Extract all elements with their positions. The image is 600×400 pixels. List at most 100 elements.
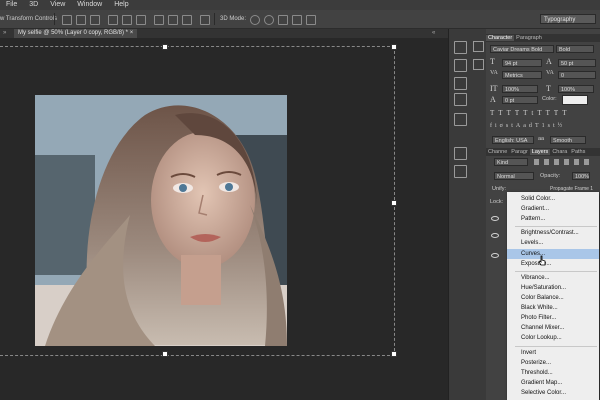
menu-3d[interactable]: 3D bbox=[23, 0, 44, 10]
history-panel-icon[interactable] bbox=[454, 41, 467, 54]
kerning-field[interactable]: Metrics bbox=[502, 71, 542, 79]
font-style-select[interactable]: Bold bbox=[556, 45, 594, 53]
distribute-horizontal-icon[interactable] bbox=[200, 15, 210, 25]
eye-icon[interactable] bbox=[491, 233, 499, 238]
character-panel-icon[interactable] bbox=[454, 147, 467, 160]
strikethrough-button[interactable]: T bbox=[562, 109, 570, 117]
ligatures-button[interactable]: fi bbox=[490, 123, 500, 129]
tab-paths[interactable]: Paths bbox=[569, 149, 587, 155]
menu-item-color-balance[interactable]: Color Balance... bbox=[507, 293, 599, 303]
menu-item-invert[interactable]: Invert bbox=[507, 348, 599, 358]
menu-item-channel-mixer[interactable]: Channel Mixer... bbox=[507, 323, 599, 333]
menu-item-posterize[interactable]: Posterize... bbox=[507, 358, 599, 368]
distribute-bottom-icon[interactable] bbox=[182, 15, 192, 25]
canvas-area[interactable] bbox=[0, 38, 448, 400]
align-bottom-icon[interactable] bbox=[90, 15, 100, 25]
stylistic-alternates-button[interactable]: ad bbox=[523, 123, 535, 129]
menu-help[interactable]: Help bbox=[108, 0, 134, 10]
language-select[interactable]: English: USA bbox=[492, 136, 534, 144]
3d-rotate-icon[interactable] bbox=[250, 15, 260, 25]
menu-view[interactable]: View bbox=[44, 0, 71, 10]
ordinals-button[interactable]: 1st bbox=[542, 123, 558, 129]
brush-panel-icon[interactable] bbox=[454, 113, 467, 126]
transform-handle-top[interactable] bbox=[162, 44, 168, 50]
menu-item-hue-saturation[interactable]: Hue/Saturation... bbox=[507, 283, 599, 293]
menu-item-gradient-map[interactable]: Gradient Map... bbox=[507, 378, 599, 388]
menu-item-color-lookup[interactable]: Color Lookup... bbox=[507, 333, 599, 343]
menu-item-levels[interactable]: Levels... bbox=[507, 238, 599, 248]
adjustments-panel-icon[interactable] bbox=[473, 59, 484, 70]
tracking-field[interactable]: 0 bbox=[558, 71, 596, 79]
titling-alternates-button[interactable]: T bbox=[535, 123, 542, 129]
align-top-icon[interactable] bbox=[62, 15, 72, 25]
text-color-swatch[interactable] bbox=[562, 95, 588, 105]
document-tab[interactable]: My selfie @ 50% (Layer 0 copy, RGB/8) * … bbox=[14, 29, 138, 38]
distribute-top-icon[interactable] bbox=[154, 15, 164, 25]
tab-layers[interactable]: Layers bbox=[529, 149, 551, 155]
small-caps-button[interactable]: Tt bbox=[523, 109, 537, 117]
fractions-button[interactable]: ½ bbox=[558, 123, 566, 129]
layer-filter-icons[interactable] bbox=[534, 159, 594, 165]
faux-italic-button[interactable]: T bbox=[498, 109, 506, 117]
tab-paragraph-2[interactable]: Paragr bbox=[509, 149, 530, 155]
menu-item-pattern[interactable]: Pattern... bbox=[507, 214, 599, 224]
discretionary-ligatures-button[interactable]: st bbox=[506, 123, 516, 129]
leading-field[interactable]: 50 pt bbox=[558, 59, 596, 67]
vertical-scale-field[interactable]: 100% bbox=[502, 85, 538, 93]
color-panel-icon[interactable] bbox=[454, 77, 467, 90]
all-caps-button[interactable]: TT bbox=[507, 109, 524, 117]
font-family-select[interactable]: Caviar Dreams Bold bbox=[490, 45, 554, 53]
3d-roll-icon[interactable] bbox=[264, 15, 274, 25]
font-size-field[interactable]: 94 pt bbox=[502, 59, 542, 67]
menu-item-gradient[interactable]: Gradient... bbox=[507, 204, 599, 214]
opacity-field[interactable]: 100% bbox=[572, 172, 590, 180]
transform-handle-top-right[interactable] bbox=[391, 44, 397, 50]
transform-handle-bottom[interactable] bbox=[162, 351, 168, 357]
menu-item-photo-filter[interactable]: Photo Filter... bbox=[507, 313, 599, 323]
swatches-panel-icon[interactable] bbox=[454, 93, 467, 106]
menu-item-vibrance[interactable]: Vibrance... bbox=[507, 273, 599, 283]
collapse-icon[interactable]: » bbox=[3, 29, 6, 38]
tab-paragraph[interactable]: Paragraph bbox=[514, 35, 544, 41]
menu-file[interactable]: File bbox=[0, 0, 23, 10]
menu-item-selective-color[interactable]: Selective Color... bbox=[507, 388, 599, 398]
subscript-button[interactable]: T bbox=[546, 109, 554, 117]
tab-channels[interactable]: Channe bbox=[486, 149, 509, 155]
tab-close-icon[interactable]: × bbox=[130, 30, 134, 36]
blend-mode-select[interactable]: Normal bbox=[494, 172, 534, 180]
transform-handle-bottom-right[interactable] bbox=[391, 351, 397, 357]
menu-item-black-white[interactable]: Black White... bbox=[507, 303, 599, 313]
menu-item-exposure[interactable]: Exposure... bbox=[507, 259, 599, 269]
collapse-panels-icon[interactable]: « bbox=[432, 29, 435, 38]
3d-slide-icon[interactable] bbox=[292, 15, 302, 25]
eye-icon[interactable] bbox=[491, 253, 499, 258]
align-left-icon[interactable] bbox=[108, 15, 118, 25]
anti-alias-select[interactable]: Smooth bbox=[550, 136, 586, 144]
3d-drag-icon[interactable] bbox=[278, 15, 288, 25]
menu-window[interactable]: Window bbox=[71, 0, 108, 10]
styles-panel-icon[interactable] bbox=[473, 41, 484, 52]
align-center-icon[interactable] bbox=[122, 15, 132, 25]
menu-item-curves[interactable]: Curves... bbox=[507, 249, 599, 259]
workspace-select[interactable]: Typography bbox=[540, 14, 596, 24]
tab-character[interactable]: Character bbox=[486, 35, 515, 41]
paragraph-panel-icon[interactable] bbox=[454, 165, 467, 178]
underline-button[interactable]: T bbox=[554, 109, 562, 117]
actions-panel-icon[interactable] bbox=[454, 59, 467, 72]
transform-handle-right[interactable] bbox=[391, 200, 397, 206]
eye-icon[interactable] bbox=[491, 216, 499, 221]
distribute-middle-icon[interactable] bbox=[168, 15, 178, 25]
horizontal-scale-field[interactable]: 100% bbox=[558, 85, 594, 93]
align-right-icon[interactable] bbox=[136, 15, 146, 25]
layer-kind-filter[interactable]: Kind bbox=[494, 158, 528, 166]
superscript-button[interactable]: T bbox=[537, 109, 545, 117]
baseline-shift-field[interactable]: 0 pt bbox=[502, 96, 538, 104]
tab-character-2[interactable]: Chara bbox=[550, 149, 569, 155]
menu-item-solid-color[interactable]: Solid Color... bbox=[507, 194, 599, 204]
transform-controls-label[interactable]: w Transform Controls bbox=[0, 10, 57, 28]
3d-scale-icon[interactable] bbox=[306, 15, 316, 25]
menu-item-brightness-contrast[interactable]: Brightness/Contrast... bbox=[507, 228, 599, 238]
align-middle-icon[interactable] bbox=[76, 15, 86, 25]
menu-item-threshold[interactable]: Threshold... bbox=[507, 368, 599, 378]
vertical-scale-icon: IT bbox=[490, 84, 498, 93]
